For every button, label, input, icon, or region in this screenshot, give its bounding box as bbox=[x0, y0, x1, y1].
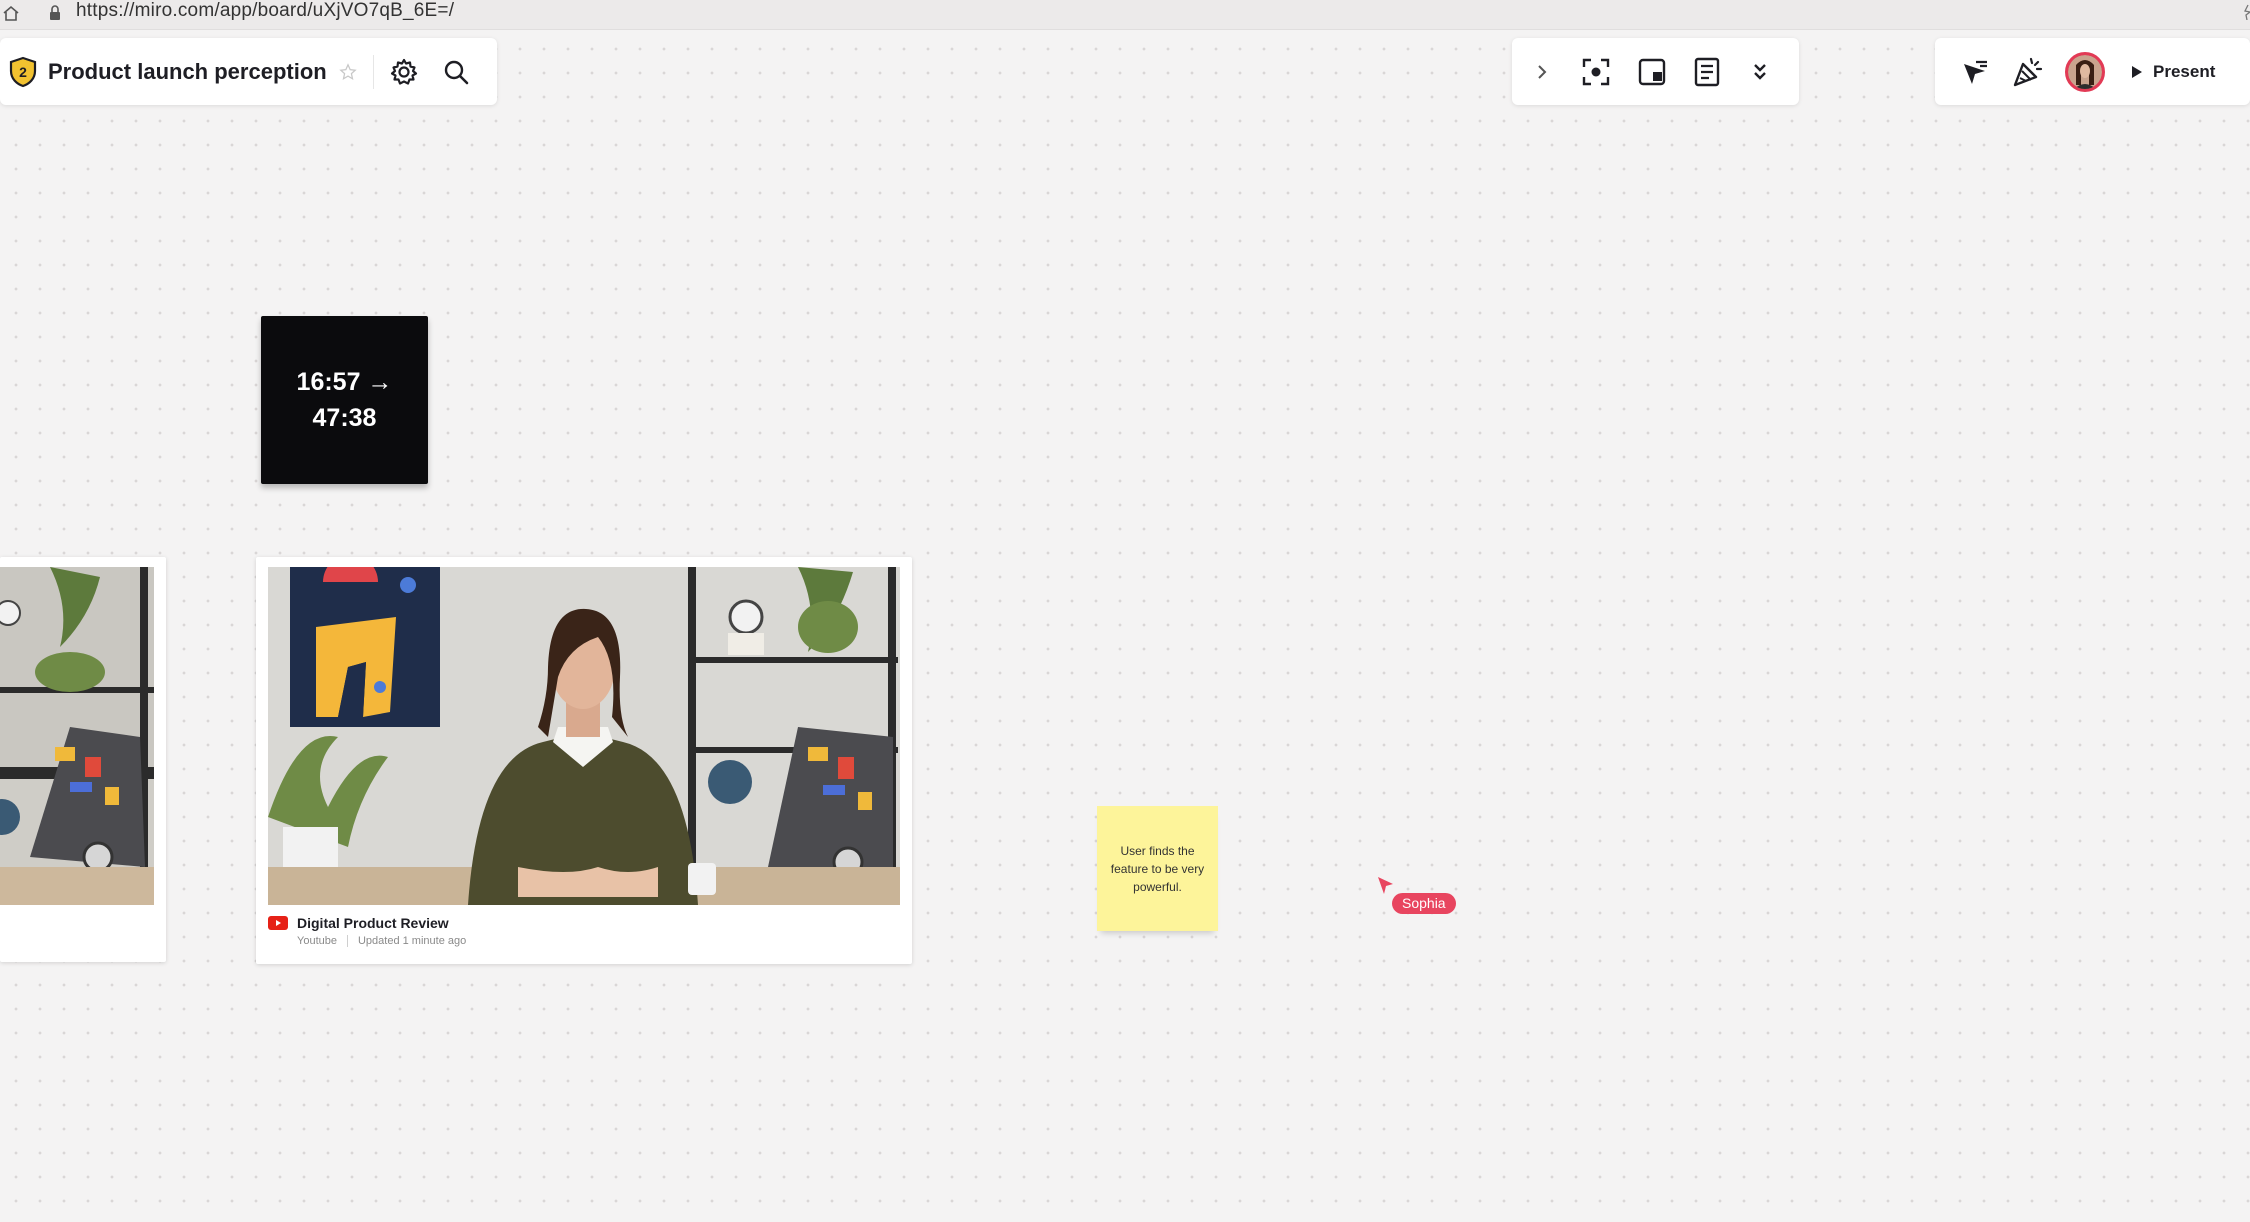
collaborator-cursor-icon bbox=[1378, 877, 1393, 894]
youtube-icon bbox=[268, 916, 288, 930]
timestamp-start: 16:57 → bbox=[296, 368, 393, 396]
video-thumbnail bbox=[268, 567, 900, 905]
view-controls-panel bbox=[1512, 38, 1799, 105]
chevron-right-icon[interactable] bbox=[1528, 56, 1555, 88]
home-icon[interactable] bbox=[2, 4, 20, 22]
toolbar-divider bbox=[372, 54, 374, 89]
present-button[interactable]: Present bbox=[2121, 54, 2225, 90]
user-avatar[interactable] bbox=[2065, 51, 2105, 92]
favorite-star-icon[interactable] bbox=[339, 62, 357, 81]
focus-frame-icon[interactable] bbox=[1581, 56, 1611, 88]
timestamp-card[interactable]: 16:57 → 47:38 bbox=[261, 316, 428, 484]
double-chevron-down-icon[interactable] bbox=[1746, 56, 1773, 88]
video-meta: Youtube Updated 1 minute ago bbox=[297, 935, 466, 947]
bookmark-star-icon[interactable] bbox=[2236, 2, 2250, 20]
video-source: Youtube bbox=[297, 935, 337, 947]
board-shield-badge-icon[interactable]: 2 bbox=[8, 56, 38, 88]
board-canvas[interactable]: 2 Product launch perception Present 16:5… bbox=[0, 31, 2250, 1222]
video-card-partial[interactable] bbox=[0, 557, 166, 962]
timestamp-end: 47:38 bbox=[312, 404, 377, 432]
play-icon bbox=[2132, 65, 2142, 78]
notes-list-icon[interactable] bbox=[1693, 56, 1720, 88]
add-sticky-frame-icon[interactable] bbox=[1637, 56, 1667, 88]
lock-icon bbox=[50, 5, 60, 20]
browser-address-bar[interactable]: https://miro.com/app/board/uXjVO7qB_6E=/ bbox=[0, 0, 2250, 30]
board-title[interactable]: Product launch perception bbox=[48, 59, 327, 85]
video-title[interactable]: Digital Product Review bbox=[297, 915, 449, 931]
settings-gear-icon[interactable] bbox=[388, 56, 420, 88]
svg-text:2: 2 bbox=[19, 64, 27, 80]
collaborator-name-label: Sophia bbox=[1392, 893, 1456, 914]
celebrate-reaction-icon[interactable] bbox=[2011, 55, 2045, 89]
search-icon[interactable] bbox=[440, 56, 472, 88]
video-thumbnail bbox=[0, 567, 154, 905]
url-text[interactable]: https://miro.com/app/board/uXjVO7qB_6E=/ bbox=[76, 0, 454, 22]
sticky-note-text: User finds the feature to be very powerf… bbox=[1110, 843, 1205, 894]
cursor-follow-icon[interactable] bbox=[1957, 55, 1991, 89]
video-embed-card[interactable]: Digital Product Review Youtube Updated 1… bbox=[256, 557, 912, 964]
board-header-panel: 2 Product launch perception bbox=[0, 38, 497, 105]
sticky-note[interactable]: User finds the feature to be very powerf… bbox=[1097, 806, 1218, 931]
meta-divider bbox=[346, 935, 348, 947]
collaboration-panel: Present bbox=[1935, 38, 2250, 105]
present-button-label: Present bbox=[2153, 61, 2216, 81]
video-updated: Updated 1 minute ago bbox=[357, 935, 467, 947]
